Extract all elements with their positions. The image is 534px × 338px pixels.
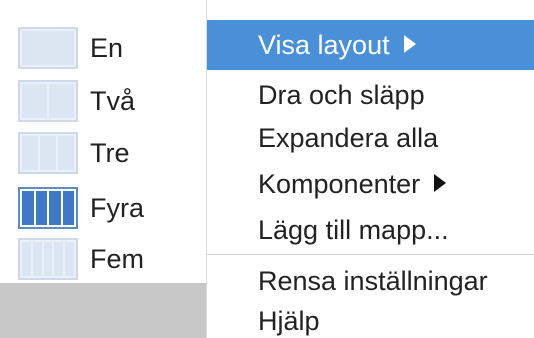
layout-four-columns-icon bbox=[18, 187, 78, 229]
layout-option-fyra[interactable]: Fyra bbox=[0, 181, 206, 229]
layout-option-label: Fem bbox=[90, 244, 144, 274]
layout-option-label: Tre bbox=[90, 138, 130, 168]
layout-option-label: Fyra bbox=[90, 193, 144, 223]
layout-three-columns-icon bbox=[18, 132, 78, 174]
menu-separator bbox=[207, 254, 534, 255]
menu-item-label-wrap: Komponenter bbox=[258, 169, 447, 199]
submenu-arrow-icon bbox=[434, 174, 447, 192]
submenu-arrow-icon bbox=[403, 35, 416, 53]
menu-item-expandera-alla[interactable]: Expandera alla bbox=[207, 113, 534, 163]
layout-option-fem[interactable]: Fem bbox=[0, 232, 206, 280]
layout-option-label: En bbox=[90, 33, 124, 63]
menu-item-label: Komponenter bbox=[258, 169, 421, 199]
menu-item-komponenter[interactable]: Komponenter bbox=[207, 159, 534, 209]
menu-item-label: Hjälp bbox=[258, 306, 320, 336]
layout-option-label: Två bbox=[90, 86, 136, 116]
menu-item-lagg-till-mapp[interactable]: Lägg till mapp... bbox=[207, 205, 534, 255]
layout-option-en[interactable]: En bbox=[0, 21, 206, 69]
menu-item-label: Expandera alla bbox=[258, 123, 439, 153]
menu-item-label: Lägg till mapp... bbox=[258, 215, 449, 245]
menu-item-label-wrap: Visa layout bbox=[258, 30, 416, 60]
layout-option-tva[interactable]: Två bbox=[0, 74, 206, 122]
menu-item-hjalp[interactable]: Hjälp bbox=[207, 296, 534, 338]
layout-option-tre[interactable]: Tre bbox=[0, 126, 206, 174]
menu-item-visa-layout[interactable]: Visa layout bbox=[207, 20, 534, 70]
menu-item-label: Dra och släpp bbox=[258, 80, 425, 110]
layout-two-columns-icon bbox=[18, 80, 78, 122]
menu-item-label: Visa layout bbox=[258, 30, 390, 60]
context-menu-root: En Två Tre Fyra Fem Visa layout Dra och … bbox=[0, 0, 534, 338]
main-context-menu: Visa layout Dra och släpp Expandera alla… bbox=[207, 0, 534, 338]
layout-submenu: En Två Tre Fyra Fem bbox=[0, 0, 207, 338]
layout-one-column-icon bbox=[18, 27, 78, 69]
menu-item-label: Rensa inställningar bbox=[258, 266, 488, 296]
layout-five-columns-icon bbox=[18, 238, 78, 280]
layout-submenu-footer bbox=[0, 283, 206, 338]
